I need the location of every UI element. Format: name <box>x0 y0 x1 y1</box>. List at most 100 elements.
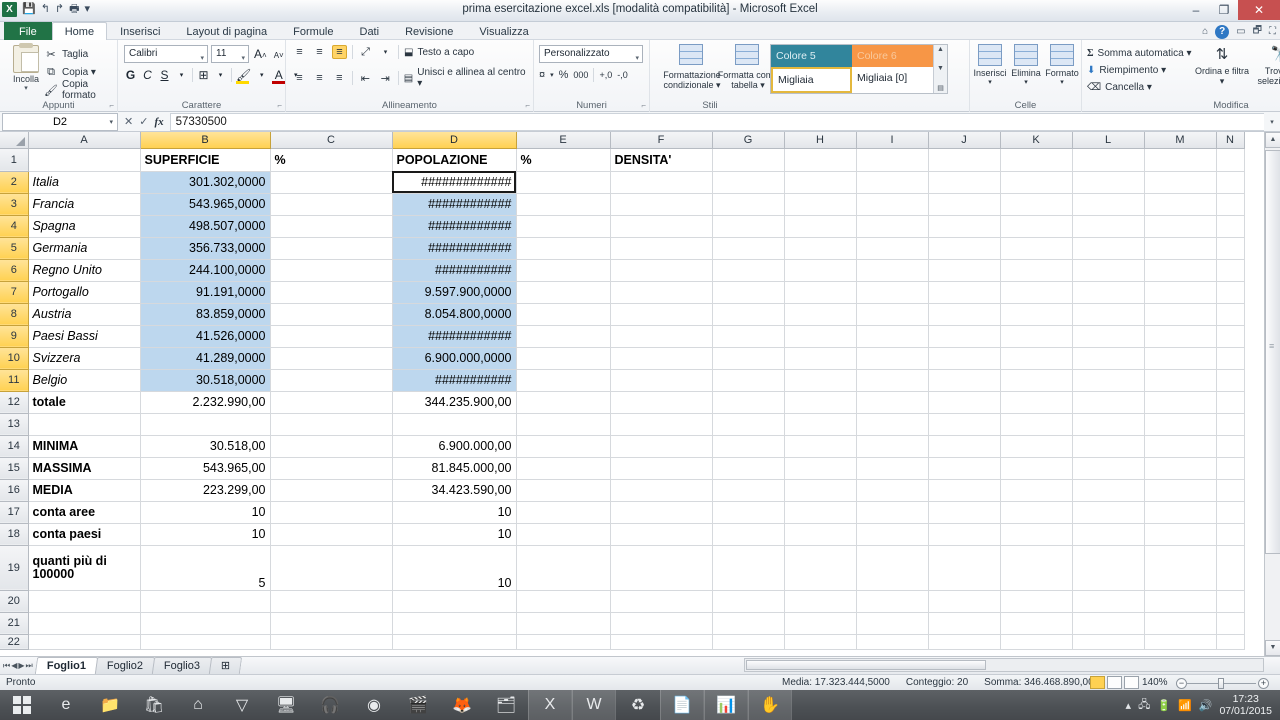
cell-G19[interactable] <box>712 545 785 591</box>
cell-M13[interactable] <box>1144 413 1217 436</box>
number-format-select[interactable]: Personalizzato ▾ <box>539 45 643 63</box>
cell-A5[interactable]: Germania <box>28 237 141 260</box>
cell-D4[interactable]: ############ <box>392 215 517 238</box>
cell-K11[interactable] <box>1000 369 1073 392</box>
font-name-input[interactable]: Calibri ▾ <box>124 45 208 63</box>
underline-chevron-down-icon[interactable]: ▾ <box>175 71 188 79</box>
cell-J17[interactable] <box>928 501 1001 524</box>
currency-chevron-down-icon[interactable]: ▾ <box>550 71 554 79</box>
tab-formule[interactable]: Formule <box>280 22 346 40</box>
spreadsheet-grid[interactable]: A B C D E F G H I J K L M N 1 SUPERFICIE% POPOLAZIONE% DE… <box>0 132 1280 656</box>
cell-G1[interactable] <box>712 148 785 172</box>
cell-N22[interactable] <box>1216 634 1245 650</box>
row-header-15[interactable]: 15 <box>0 457 29 480</box>
column-header-m[interactable]: M <box>1144 132 1217 149</box>
sheet-tab-foglio2[interactable]: Foglio2 <box>94 657 156 674</box>
cell-C13[interactable] <box>270 413 393 436</box>
cell-F12[interactable] <box>610 391 713 414</box>
cell-B12[interactable]: 2.232.990,00 <box>140 391 271 414</box>
row-header-3[interactable]: 3 <box>0 193 29 216</box>
cell-E17[interactable] <box>516 501 611 524</box>
column-header-n[interactable]: N <box>1216 132 1245 149</box>
carattere-dialog-launcher-icon[interactable]: ⌐ <box>277 101 282 110</box>
cell-E12[interactable] <box>516 391 611 414</box>
row-header-2[interactable]: 2 <box>0 171 29 194</box>
nav-first-icon[interactable]: ⏮ <box>3 661 10 671</box>
cell-F20[interactable] <box>610 590 713 613</box>
cell-L5[interactable] <box>1072 237 1145 260</box>
cell-I22[interactable] <box>856 634 929 650</box>
ribbon-minimize-icon[interactable]: ▭ <box>1236 26 1245 37</box>
find-select-button[interactable]: 🔭 Trova e seleziona ▾ <box>1252 44 1280 86</box>
fill-color-chevron-down-icon[interactable]: ▾ <box>255 71 268 79</box>
cell-D9[interactable]: ############ <box>392 325 517 348</box>
cell-B17[interactable]: 10 <box>140 501 271 524</box>
cell-H6[interactable] <box>784 259 857 282</box>
cell-A20[interactable] <box>28 590 141 613</box>
nav-next-icon[interactable]: ▶ <box>18 661 24 671</box>
column-header-e[interactable]: E <box>516 132 611 149</box>
bold-button[interactable]: G <box>124 68 137 82</box>
font-color-button[interactable]: A <box>272 68 286 84</box>
cell-K15[interactable] <box>1000 457 1073 480</box>
cell-N15[interactable] <box>1216 457 1245 480</box>
cell-D16[interactable]: 34.423.590,00 <box>392 479 517 502</box>
cell-J13[interactable] <box>928 413 1001 436</box>
cell-M10[interactable] <box>1144 347 1217 370</box>
cell-A18[interactable]: conta paesi <box>28 523 141 546</box>
cell-D17[interactable]: 10 <box>392 501 517 524</box>
row-header-19[interactable]: 19 <box>0 545 29 591</box>
cell-F14[interactable] <box>610 435 713 458</box>
cell-M2[interactable] <box>1144 171 1217 194</box>
cell-E11[interactable] <box>516 369 611 392</box>
cell-C16[interactable] <box>270 479 393 502</box>
insert-sheet-button[interactable]: ⊞ <box>208 657 243 674</box>
minimize-button[interactable]: – <box>1182 0 1210 20</box>
cell-H1[interactable] <box>784 148 857 172</box>
cell-M8[interactable] <box>1144 303 1217 326</box>
cell-I14[interactable] <box>856 435 929 458</box>
row-header-8[interactable]: 8 <box>0 303 29 326</box>
borders-chevron-down-icon[interactable]: ▾ <box>214 71 227 79</box>
cell-H9[interactable] <box>784 325 857 348</box>
cell-F19[interactable] <box>610 545 713 591</box>
cell-style-migliaia-0[interactable]: Migliaia [0] <box>852 67 933 93</box>
cell-N2[interactable] <box>1216 171 1245 194</box>
cancel-formula-icon[interactable]: ✕ <box>124 115 133 128</box>
format-painter-button[interactable]: 🖌 Copia formato <box>44 79 117 101</box>
cell-J10[interactable] <box>928 347 1001 370</box>
cell-J22[interactable] <box>928 634 1001 650</box>
align-bottom-button[interactable]: ≡ <box>332 45 347 59</box>
cell-F22[interactable] <box>610 634 713 650</box>
cell-E20[interactable] <box>516 590 611 613</box>
cell-G12[interactable] <box>712 391 785 414</box>
cell-J1[interactable] <box>928 148 1001 172</box>
column-header-d[interactable]: D <box>392 132 517 149</box>
cell-I3[interactable] <box>856 193 929 216</box>
taskbar-store[interactable]: 🛍 <box>132 690 176 720</box>
paste-button[interactable]: Incolla ▾ <box>6 43 46 92</box>
cell-K1[interactable] <box>1000 148 1073 172</box>
cell-B22[interactable] <box>140 634 271 650</box>
taskbar-internet-explorer[interactable]: e <box>44 690 88 720</box>
cell-E6[interactable] <box>516 259 611 282</box>
cell-M19[interactable] <box>1144 545 1217 591</box>
cell-I12[interactable] <box>856 391 929 414</box>
cell-C3[interactable] <box>270 193 393 216</box>
cell-K12[interactable] <box>1000 391 1073 414</box>
volume-icon[interactable]: 🔊 <box>1199 699 1213 712</box>
cell-B13[interactable] <box>140 413 271 436</box>
format-cells-button[interactable]: Formato ▾ <box>1044 44 1080 86</box>
chevron-down-icon[interactable]: ▾ <box>1008 78 1044 86</box>
taskbar-home-app[interactable]: ⌂ <box>176 690 220 720</box>
cell-H15[interactable] <box>784 457 857 480</box>
zoom-thumb[interactable] <box>1218 678 1224 689</box>
cell-N20[interactable] <box>1216 590 1245 613</box>
row-header-7[interactable]: 7 <box>0 281 29 304</box>
cell-D1[interactable]: POPOLAZIONE <box>392 148 517 172</box>
cut-button[interactable]: ✂ Taglia <box>44 45 117 63</box>
taskbar-blue-app[interactable]: ▽ <box>220 690 264 720</box>
cell-H20[interactable] <box>784 590 857 613</box>
cell-F13[interactable] <box>610 413 713 436</box>
cell-I11[interactable] <box>856 369 929 392</box>
